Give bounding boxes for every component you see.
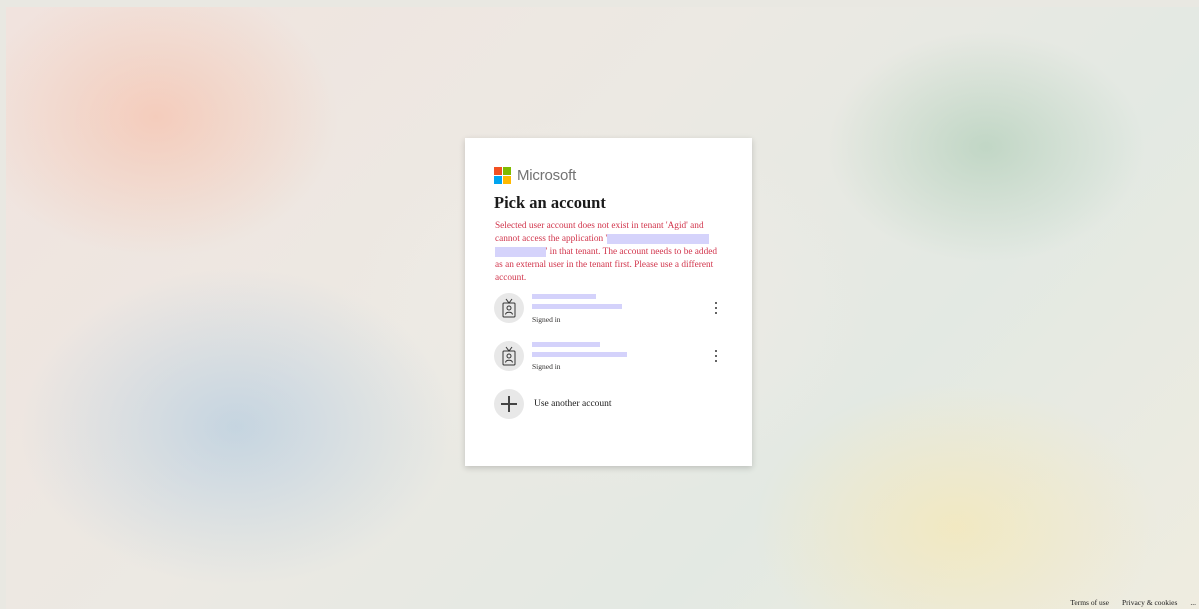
logo-square-red xyxy=(494,166,502,175)
account-avatar xyxy=(494,341,524,371)
microsoft-logo: Microsoft xyxy=(494,166,576,184)
logo-square-blue xyxy=(494,175,502,184)
logo-square-green xyxy=(503,166,511,175)
account-status: Signed in xyxy=(532,315,561,324)
footer-more-button[interactable]: ... xyxy=(1190,598,1196,607)
terms-of-use-link[interactable]: Terms of use xyxy=(1070,598,1109,607)
redacted-account-name xyxy=(532,294,596,299)
plus-icon xyxy=(494,389,524,419)
account-tile[interactable]: Signed in xyxy=(494,341,724,377)
page-title: Pick an account xyxy=(494,193,606,212)
redacted-account-name xyxy=(532,342,600,347)
use-another-account-button[interactable]: Use another account xyxy=(494,389,612,419)
account-status: Signed in xyxy=(532,362,561,371)
more-options-icon[interactable] xyxy=(712,302,720,316)
more-options-icon[interactable] xyxy=(712,350,720,364)
use-another-account-label: Use another account xyxy=(534,399,612,409)
microsoft-logo-icon xyxy=(494,166,511,184)
badge-icon xyxy=(502,298,516,318)
privacy-cookies-link[interactable]: Privacy & cookies xyxy=(1122,598,1177,607)
error-message: Selected user account does not exist in … xyxy=(495,220,723,285)
redacted-account-email xyxy=(532,352,627,357)
account-tile[interactable]: Signed in xyxy=(494,293,724,329)
account-avatar xyxy=(494,293,524,323)
redacted-account-email xyxy=(532,304,622,309)
logo-text: Microsoft xyxy=(517,166,577,184)
badge-icon xyxy=(502,346,516,366)
footer: Terms of use Privacy & cookies ... xyxy=(1057,596,1199,609)
sign-in-card: Microsoft Pick an account Selected user … xyxy=(465,138,752,466)
logo-square-yellow xyxy=(503,175,511,184)
